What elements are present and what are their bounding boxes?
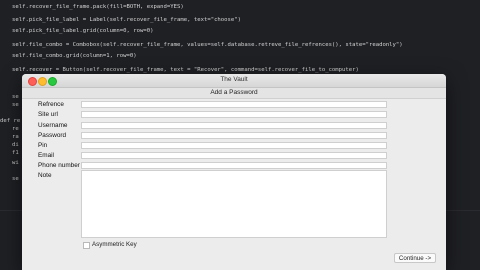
- code-line: self.recover = Button(self.recover_file_…: [12, 67, 359, 73]
- pin-input[interactable]: [81, 142, 387, 149]
- code-line: self.file_combo.grid(column=1, row=0): [12, 53, 137, 59]
- code-fragment: re: [12, 126, 19, 132]
- code-fragment: def re: [0, 118, 21, 124]
- window-titlebar[interactable]: The Vault: [22, 74, 446, 88]
- username-input[interactable]: [81, 122, 387, 129]
- asymmetric-key-label: Asymmetric Key: [92, 241, 137, 248]
- note-label: Note: [38, 172, 52, 179]
- email-label: Email: [38, 152, 54, 159]
- code-fragment: f1: [12, 150, 19, 156]
- code-line: self.pick_file_label = Label(self.recove…: [12, 17, 242, 23]
- code-line: self.pick_file_label.grid(column=0, row=…: [12, 28, 154, 34]
- asymmetric-key-checkbox[interactable]: [83, 242, 90, 249]
- site-url-input[interactable]: [81, 111, 387, 118]
- refrence-label: Refrence: [38, 101, 64, 108]
- email-input[interactable]: [81, 152, 387, 159]
- code-fragment: se: [12, 94, 19, 100]
- form-title: Add a Password: [210, 89, 258, 96]
- username-label: Username: [38, 122, 68, 129]
- site-url-label: Site url: [38, 111, 58, 118]
- form-header: Add a Password: [22, 88, 446, 99]
- phone-number-input[interactable]: [81, 162, 387, 169]
- code-fragment: wi: [12, 160, 19, 166]
- vault-window: The Vault Add a Password Refrence Site u…: [22, 74, 446, 270]
- window-title: The Vault: [220, 76, 248, 83]
- code-line: self.file_combo = Combobox(self.recover_…: [12, 42, 403, 48]
- pin-label: Pin: [38, 142, 48, 149]
- code-fragment: se: [12, 102, 19, 108]
- refrence-input[interactable]: [81, 101, 387, 108]
- code-fragment: di: [12, 142, 19, 148]
- code-fragment: se: [12, 176, 19, 182]
- password-label: Password: [38, 132, 67, 139]
- phone-number-label: Phone number: [38, 162, 80, 169]
- code-fragment: ra: [12, 134, 19, 140]
- note-textarea[interactable]: [81, 170, 387, 238]
- password-input[interactable]: [81, 132, 387, 139]
- continue-button[interactable]: Continue ->: [394, 253, 436, 263]
- code-line: self.recover_file_frame.pack(fill=BOTH, …: [12, 4, 184, 10]
